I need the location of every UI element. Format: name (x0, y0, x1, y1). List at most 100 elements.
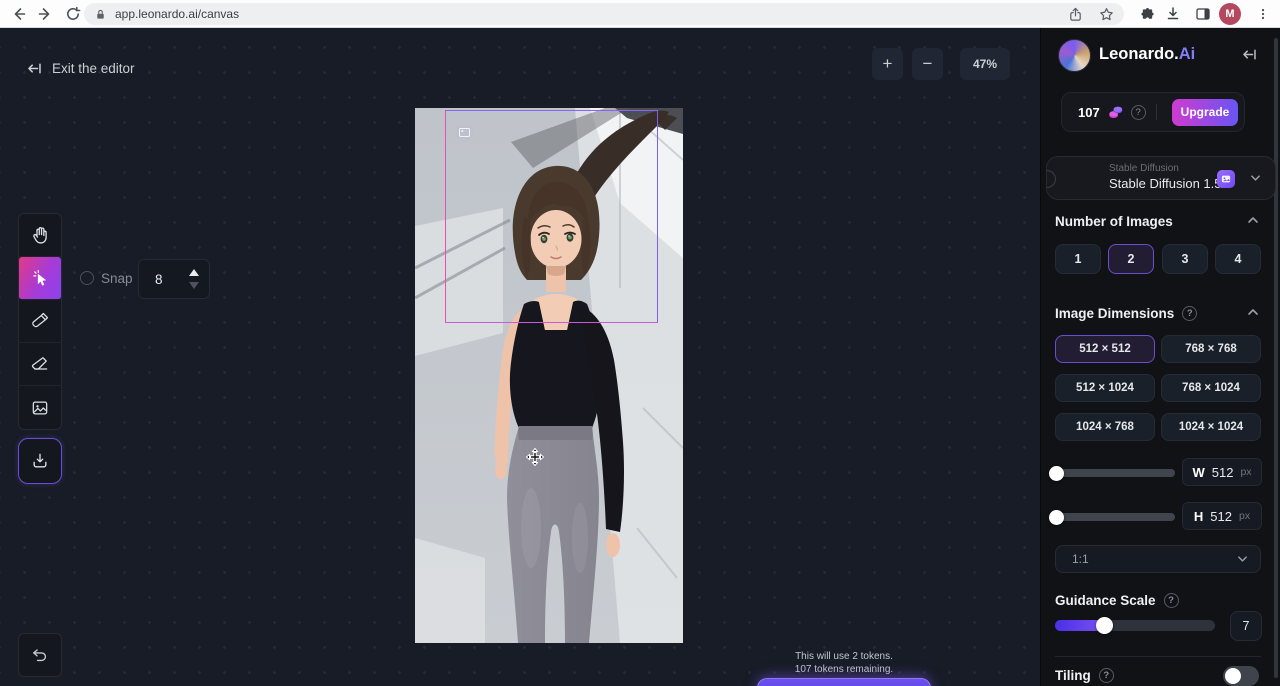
move-cursor-icon (526, 448, 544, 466)
zoom-in-button[interactable]: + (872, 48, 903, 80)
paint-brush-icon (30, 311, 50, 331)
guidance-slider[interactable] (1055, 620, 1215, 631)
browser-chrome: app.leonardo.ai/canvas M (0, 0, 1280, 28)
tiling-toggle[interactable] (1223, 666, 1259, 686)
selection-image-icon (456, 125, 473, 139)
undo-arrow-icon (30, 645, 50, 665)
dimension-option-512x1024[interactable]: 512 × 1024 (1055, 374, 1155, 402)
generation-sidebar: Leonardo.Ai 107 ? Upgrade Stable Diffusi… (1040, 28, 1280, 686)
eraser-tool-button[interactable] (19, 343, 61, 386)
height-label: H (1194, 509, 1203, 524)
height-unit: px (1239, 510, 1250, 522)
divider (1055, 656, 1261, 657)
exit-arrow-icon (26, 60, 43, 77)
snap-step-down-icon[interactable] (189, 282, 199, 289)
address-bar[interactable]: app.leonardo.ai/canvas (84, 3, 1124, 25)
tiling-help-icon[interactable]: ? (1099, 668, 1114, 683)
undo-button[interactable] (18, 633, 62, 677)
guidance-value-box[interactable]: 7 (1230, 611, 1262, 641)
image-dimensions-header: Image Dimensions ? (1055, 306, 1197, 321)
tiling-toggle-knob[interactable] (1225, 668, 1241, 684)
guidance-scale-help-icon[interactable]: ? (1164, 593, 1179, 608)
tokens-bar: 107 ? Upgrade (1061, 92, 1245, 132)
reload-icon[interactable] (64, 5, 82, 23)
zoom-level-indicator[interactable]: 47% (960, 48, 1010, 80)
height-value: 512 (1210, 509, 1232, 524)
profile-avatar[interactable]: M (1219, 3, 1241, 25)
snap-label: Snap (101, 271, 133, 286)
sidebar-scrollbar[interactable] (1274, 38, 1278, 678)
height-value-box[interactable]: H 512 px (1182, 502, 1262, 530)
model-thumbnail-icon (1217, 170, 1235, 188)
download-tool-button[interactable] (18, 438, 62, 484)
aspect-ratio-dropdown[interactable]: 1:1 (1055, 545, 1261, 573)
dimension-option-512x512[interactable]: 512 × 512 (1055, 335, 1155, 363)
brand-name: Leonardo. (1099, 45, 1179, 63)
guidance-scale-header: Guidance Scale ? (1055, 593, 1179, 608)
num-images-option-3[interactable]: 3 (1162, 244, 1208, 274)
chevron-down-icon (1250, 174, 1261, 182)
divider (1156, 104, 1157, 120)
exit-editor-label: Exit the editor (52, 61, 135, 76)
generate-button[interactable] (757, 678, 931, 686)
leonardo-logo-avatar (1058, 39, 1091, 72)
collapse-image-dimensions-icon[interactable] (1247, 308, 1261, 322)
lock-icon (94, 8, 107, 21)
dimension-option-768x1024[interactable]: 768 × 1024 (1161, 374, 1261, 402)
guidance-scale-title: Guidance Scale (1055, 593, 1156, 608)
bookmark-star-icon[interactable] (1099, 7, 1114, 22)
eraser-icon (30, 354, 50, 374)
upgrade-button[interactable]: Upgrade (1172, 99, 1238, 126)
dimension-option-768x768[interactable]: 768 × 768 (1161, 335, 1261, 363)
canvas-workspace[interactable]: Exit the editor + − 47% (0, 28, 1040, 686)
extensions-icon[interactable] (1138, 5, 1156, 23)
num-images-option-1[interactable]: 1 (1055, 244, 1101, 274)
snap-step-up-icon[interactable] (189, 269, 199, 276)
snap-value-input[interactable]: 8 (138, 259, 210, 299)
kebab-menu-icon[interactable] (1254, 5, 1272, 23)
height-slider[interactable] (1055, 513, 1175, 521)
selection-box[interactable] (445, 110, 658, 323)
token-usage-note: This will use 2 tokens. 107 tokens remai… (744, 650, 944, 676)
width-slider[interactable] (1055, 469, 1175, 477)
sidebar-panel-icon[interactable] (1194, 5, 1212, 23)
number-of-images-header: Number of Images (1055, 214, 1173, 229)
coins-icon (1107, 104, 1124, 121)
zoom-out-button[interactable]: − (912, 48, 943, 80)
select-cursor-icon (30, 268, 51, 289)
paint-tool-button[interactable] (19, 300, 61, 343)
dimension-option-1024x768[interactable]: 1024 × 768 (1055, 413, 1155, 441)
brand-title: Leonardo.Ai (1099, 45, 1195, 64)
num-images-option-2[interactable]: 2 (1108, 244, 1154, 274)
num-images-option-4[interactable]: 4 (1215, 244, 1261, 274)
back-icon[interactable] (10, 5, 28, 23)
token-usage-line1: This will use 2 tokens. (744, 650, 944, 663)
leonardo-canvas-app: Exit the editor + − 47% (0, 28, 1280, 686)
snap-toggle-icon[interactable] (80, 271, 94, 285)
downloads-icon[interactable] (1164, 5, 1182, 23)
select-tool-button[interactable] (19, 257, 61, 300)
image-dimensions-help-icon[interactable]: ? (1182, 306, 1197, 321)
url-text: app.leonardo.ai/canvas (115, 7, 1068, 21)
collapse-sidebar-icon[interactable] (1241, 46, 1259, 64)
width-value-box[interactable]: W 512 px (1182, 458, 1262, 486)
share-icon[interactable] (1068, 7, 1083, 22)
collapse-number-of-images-icon[interactable] (1247, 216, 1261, 230)
model-selector-dropdown[interactable]: Stable Diffusion Stable Diffusion 1.5 (1046, 156, 1276, 200)
width-slider-handle[interactable] (1049, 466, 1064, 481)
aspect-ratio-value: 1:1 (1072, 552, 1237, 566)
image-tool-button[interactable] (19, 386, 61, 429)
tool-palette (18, 213, 62, 430)
token-count: 107 (1078, 105, 1100, 120)
width-value: 512 (1212, 465, 1234, 480)
hand-tool-button[interactable] (19, 214, 61, 257)
height-slider-handle[interactable] (1049, 510, 1064, 525)
dimension-option-1024x1024[interactable]: 1024 × 1024 (1161, 413, 1261, 441)
forward-icon[interactable] (36, 5, 54, 23)
exit-editor-button[interactable]: Exit the editor (26, 60, 135, 77)
model-radio-icon (1046, 170, 1056, 188)
hand-icon (30, 225, 51, 246)
tokens-help-icon[interactable]: ? (1131, 105, 1146, 120)
guidance-slider-handle[interactable] (1096, 617, 1113, 634)
number-of-images-title: Number of Images (1055, 214, 1173, 229)
